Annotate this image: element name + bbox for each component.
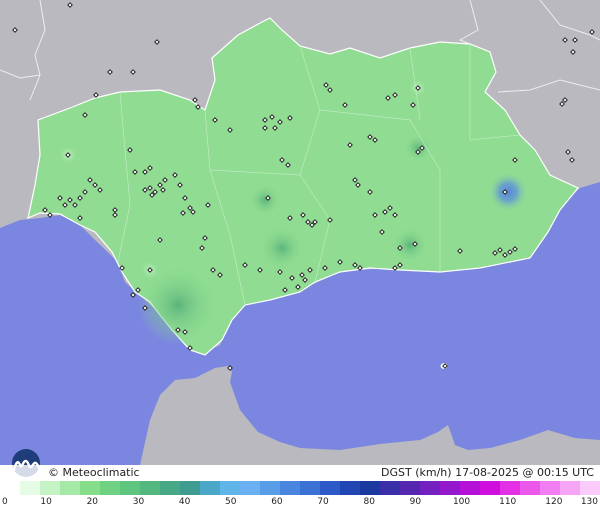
color-scale-label: 80 (363, 497, 375, 507)
gust-hotspot-almeria (392, 227, 428, 263)
color-scale-step (200, 481, 220, 495)
color-scale-step (400, 481, 420, 495)
color-scale-step (420, 481, 440, 495)
color-scale-step (80, 481, 100, 495)
color-scale-label: 130 (580, 497, 598, 507)
color-scale-step (140, 481, 160, 495)
gust-hotspot-sevilla (249, 184, 281, 216)
color-scale-label: 100 (452, 497, 471, 507)
color-scale-step (320, 481, 340, 495)
color-scale-label: 0 (2, 497, 8, 507)
gust-hotspot-jaen (404, 134, 432, 162)
color-scale-step (360, 481, 380, 495)
color-scale-label: 70 (317, 497, 329, 507)
color-scale-labels: 0 10 20 30 40 50 60 70 80 90 100 110 120 130 (0, 497, 600, 513)
color-scale-label: 30 (132, 497, 145, 507)
color-scale-step (100, 481, 120, 495)
map-canvas (0, 0, 600, 465)
color-scale-label: 90 (409, 497, 422, 507)
color-scale-step (180, 481, 200, 495)
color-scale-step (380, 481, 400, 495)
color-scale-step (160, 481, 180, 495)
color-scale-step (460, 481, 480, 495)
color-scale-step (260, 481, 280, 495)
color-scale-step (580, 481, 600, 495)
color-scale-step (540, 481, 560, 495)
color-scale-step (240, 481, 260, 495)
product-timestamp-text: DGST (km/h) 17-08-2025 @ 00:15 UTC (381, 466, 594, 479)
color-scale-label: 120 (545, 497, 563, 507)
color-scale-label: 40 (178, 497, 191, 507)
color-scale-step (0, 481, 20, 495)
color-scale-step (40, 481, 60, 495)
color-scale-step (60, 481, 80, 495)
color-scale-step (20, 481, 40, 495)
caption-bar: © Meteoclimatic DGST (km/h) 17-08-2025 @… (0, 465, 600, 481)
color-scale-step (280, 481, 300, 495)
color-scale-label: 10 (40, 497, 52, 507)
color-scale-step (340, 481, 360, 495)
color-scale-step (480, 481, 500, 495)
color-scale-step (560, 481, 580, 495)
color-scale-bar (0, 481, 600, 495)
color-scale-step (440, 481, 460, 495)
color-scale-label: 60 (271, 497, 283, 507)
gust-hotspot-malaga (260, 226, 304, 270)
color-scale-step (120, 481, 140, 495)
color-scale-step (520, 481, 540, 495)
color-scale-label: 20 (86, 497, 99, 507)
color-scale-label: 50 (225, 497, 237, 507)
color-scale-step (300, 481, 320, 495)
wind-gust-map: © Meteoclimatic DGST (km/h) 17-08-2025 @… (0, 0, 600, 517)
copyright-text: © Meteoclimatic (48, 466, 140, 479)
color-scale-label: 110 (499, 497, 517, 507)
gust-hotspot-granada (488, 172, 528, 212)
color-scale-step (500, 481, 520, 495)
color-scale-step (220, 481, 240, 495)
